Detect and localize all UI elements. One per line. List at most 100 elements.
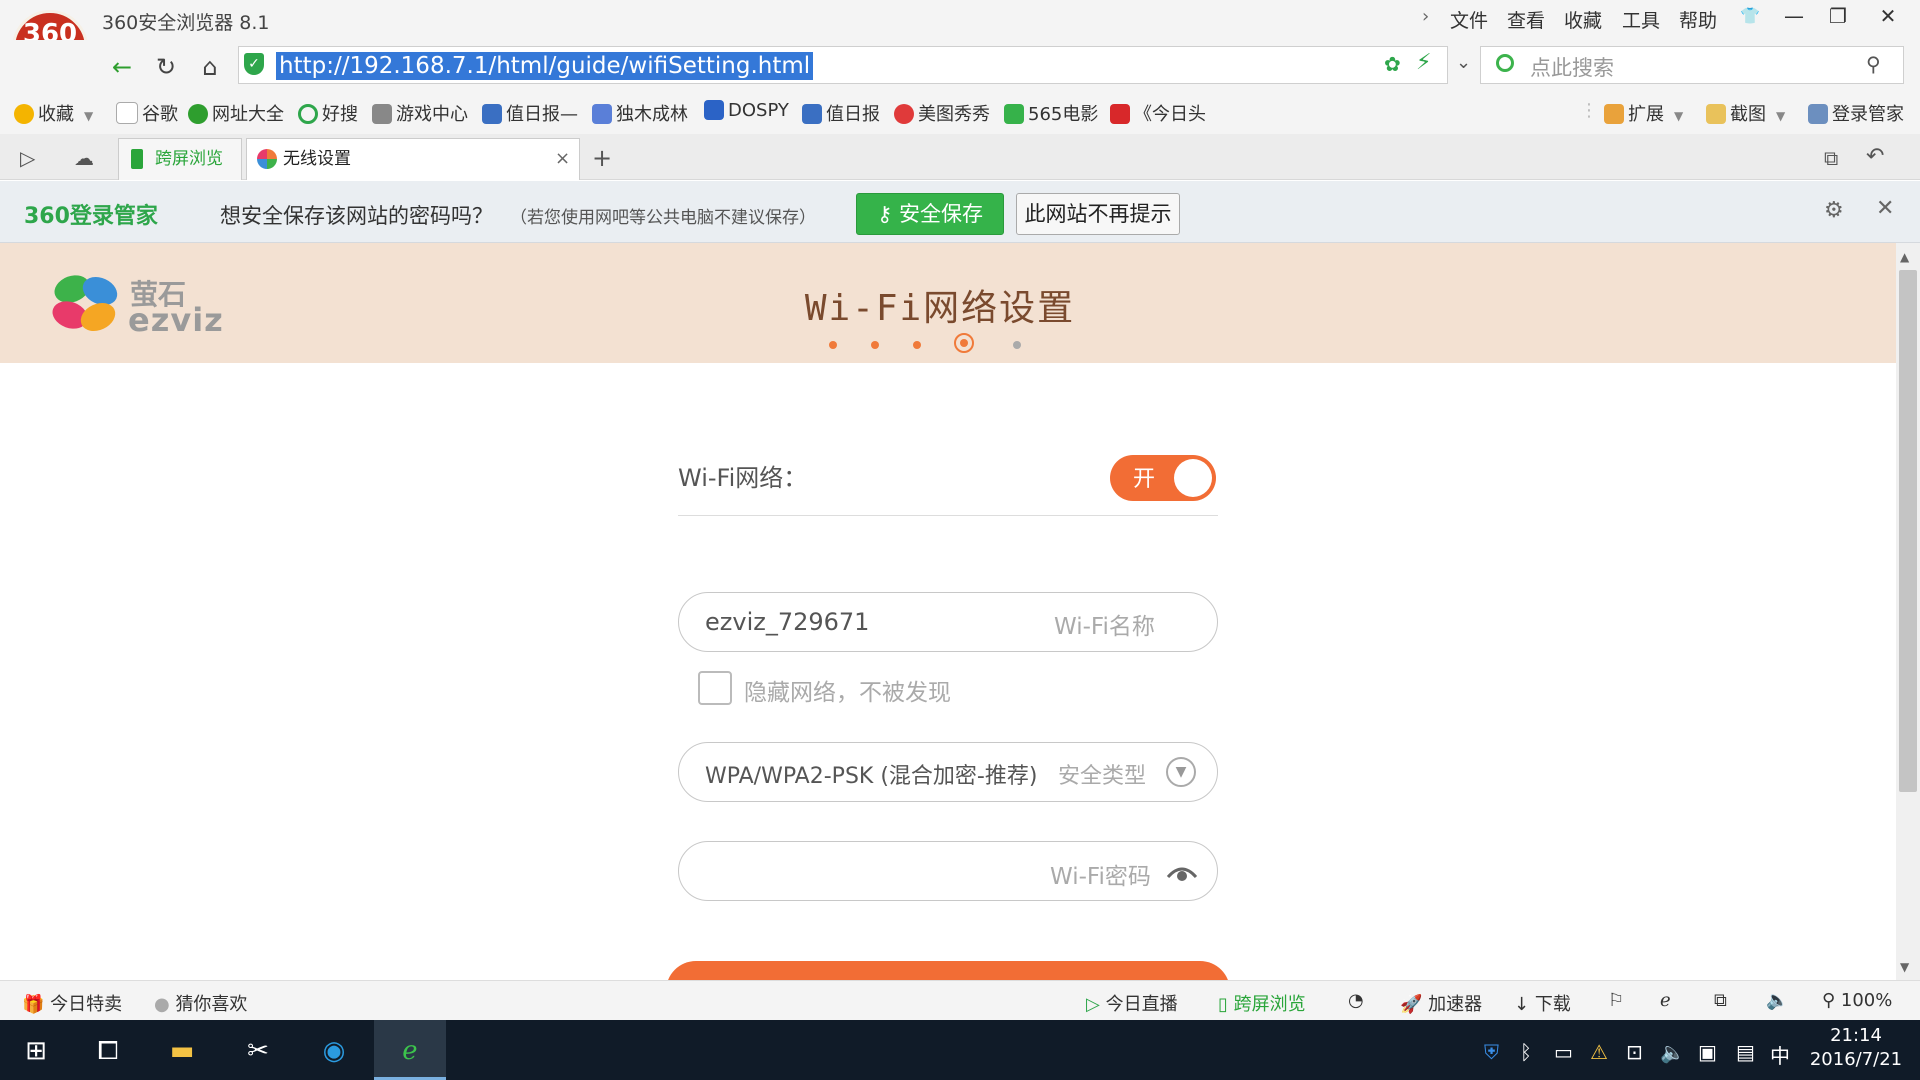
bookmark-label: DOSPY — [728, 100, 789, 121]
ime-indicator[interactable]: 中 — [1770, 1040, 1790, 1069]
bookmark-haosou[interactable]: 好搜 — [298, 100, 358, 126]
extensions-button[interactable]: 扩展▼ — [1604, 100, 1683, 126]
display-icon[interactable]: ▣ — [1698, 1040, 1717, 1064]
never-for-site-button[interactable]: 此网站不再提示 — [1016, 193, 1180, 235]
zoom-control[interactable]: ⚲ 100% — [1822, 990, 1892, 1011]
window-icon[interactable]: ⧉ — [1714, 990, 1727, 1011]
address-dropdown-icon[interactable]: ⌄ — [1456, 52, 1471, 73]
gift-icon: 🎁 — [22, 994, 50, 1015]
maximize-button[interactable]: ❐ — [1816, 0, 1860, 34]
new-tab-icon[interactable]: + — [592, 144, 612, 172]
sidebar-toggle-icon[interactable]: ▷ — [20, 146, 35, 170]
menu-tools[interactable]: 工具 — [1622, 6, 1660, 33]
ie-mode-icon[interactable]: ℯ — [1660, 990, 1671, 1011]
window-title: 360安全浏览器 8.1 — [102, 8, 270, 35]
bookmark-label: 独木成林 — [616, 104, 688, 125]
tab-wifi-settings[interactable]: 无线设置 × — [246, 138, 580, 180]
hide-network-checkbox[interactable] — [698, 671, 732, 705]
volume-icon[interactable]: 🔈 — [1766, 990, 1788, 1011]
network-icon[interactable]: ⊡ — [1626, 1040, 1643, 1064]
home-icon[interactable]: ⌂ — [192, 50, 228, 84]
bookmark-google[interactable]: 谷歌 — [116, 100, 178, 126]
bookmark-dumuchenglin[interactable]: 独木成林 — [592, 100, 688, 126]
back-arrow-icon[interactable]: ← — [104, 50, 140, 84]
dropdown-icon[interactable]: ▼ — [84, 109, 93, 123]
recommend-button[interactable]: ● 猜你喜欢 — [154, 990, 247, 1016]
security-shield-icon[interactable]: ✓ — [244, 53, 264, 75]
login-manager-button[interactable]: 登录管家 — [1808, 100, 1904, 126]
app-pinned-icon[interactable]: ✂ — [230, 1028, 286, 1074]
divider — [678, 515, 1218, 516]
cross-screen-button[interactable]: ▯ 跨屏浏览 — [1218, 990, 1306, 1016]
accelerator-button[interactable]: 🚀 加速器 — [1400, 990, 1482, 1016]
tab-cross-screen[interactable]: 跨屏浏览 — [118, 138, 242, 180]
warning-icon[interactable]: ⚠ — [1590, 1040, 1608, 1064]
bookmark-favorites[interactable]: 收藏▼ — [14, 100, 93, 126]
toggle-label: 开 — [1133, 461, 1155, 493]
battery-icon[interactable]: ▭ — [1554, 1040, 1573, 1064]
qq-browser-icon[interactable]: ◉ — [306, 1028, 362, 1074]
eye-icon[interactable] — [1166, 861, 1198, 883]
menu-chevron-icon[interactable]: › — [1422, 6, 1429, 27]
speaker-icon[interactable]: 🔈 — [1660, 1040, 1685, 1064]
lightning-icon[interactable]: ⚡ — [1416, 50, 1431, 75]
shield-icon[interactable]: ⛨ — [1484, 1040, 1499, 1064]
step-dot-1 — [829, 341, 837, 349]
chevron-down-icon[interactable]: ▼ — [1166, 757, 1196, 787]
flag-icon[interactable]: ⚐ — [1608, 990, 1624, 1011]
message-icon[interactable]: ▤ — [1736, 1040, 1755, 1064]
undo-close-icon[interactable]: ↶ — [1866, 144, 1884, 169]
bookmark-games[interactable]: 游戏中心 — [372, 100, 468, 126]
daily-deals-button[interactable]: 🎁 今日特卖 — [22, 990, 122, 1016]
speed-mode-icon[interactable]: ✿ — [1384, 52, 1401, 76]
refresh-icon[interactable]: ↻ — [148, 50, 184, 84]
menu-file[interactable]: 文件 — [1450, 6, 1488, 33]
ssid-value[interactable]: ezviz_729671 — [705, 608, 869, 636]
scrollbar-thumb[interactable] — [1899, 270, 1917, 792]
close-tab-icon[interactable]: × — [555, 139, 570, 179]
minimize-button[interactable]: — — [1772, 0, 1816, 34]
dropdown-icon[interactable]: ▼ — [1674, 109, 1683, 123]
hide-network-label[interactable]: 隐藏网络，不被发现 — [744, 673, 951, 707]
bookmark-565movie[interactable]: 565电影 — [1004, 100, 1098, 126]
bookmark-toutiao[interactable]: 《今日头 — [1110, 100, 1206, 126]
menu-help[interactable]: 帮助 — [1679, 6, 1717, 33]
360-browser-icon[interactable]: ℯ — [382, 1028, 438, 1074]
system-clock[interactable]: 21:14 2016/7/21 — [1796, 1024, 1916, 1072]
skin-icon[interactable]: 👕 — [1728, 0, 1772, 34]
bookmark-hao360[interactable]: 网址大全 — [188, 100, 284, 126]
bookmark-meitu[interactable]: 美图秀秀 — [894, 100, 990, 126]
scroll-down-icon[interactable]: ▼ — [1900, 960, 1909, 974]
menu-favorites[interactable]: 收藏 — [1564, 6, 1602, 33]
settings-gear-icon[interactable]: ⚙ — [1824, 198, 1844, 223]
scroll-up-icon[interactable]: ▲ — [1900, 250, 1909, 264]
security-type-value[interactable]: WPA/WPA2-PSK (混合加密-推荐) — [705, 758, 1037, 790]
accelerator-label: 加速器 — [1428, 994, 1482, 1015]
safe-save-button[interactable]: ⚷ 安全保存 — [856, 193, 1004, 235]
movie-icon — [1004, 104, 1024, 124]
restore-tabs-icon[interactable]: ⧉ — [1824, 146, 1838, 170]
download-button[interactable]: ↓ 下载 — [1514, 990, 1571, 1016]
menu-view[interactable]: 查看 — [1507, 6, 1545, 33]
speed-dial-icon[interactable]: ◔ — [1348, 990, 1364, 1011]
search-placeholder[interactable]: 点此搜索 — [1530, 52, 1614, 82]
close-button[interactable]: ✕ — [1866, 0, 1910, 34]
url-text[interactable]: http://192.168.7.1/html/guide/wifiSettin… — [276, 52, 813, 80]
bookmark-zhiribao-1[interactable]: 值日报— — [482, 100, 578, 126]
cloud-icon[interactable]: ☁ — [74, 146, 94, 170]
bluetooth-icon[interactable]: ᛒ — [1520, 1040, 1532, 1064]
search-icon[interactable]: ⚲ — [1866, 52, 1881, 76]
haosou-search-icon[interactable] — [1496, 54, 1514, 72]
next-button[interactable] — [666, 961, 1230, 980]
bookmark-zhiribao-2[interactable]: 值日报 — [802, 100, 880, 126]
task-view-icon[interactable]: ⧠ — [80, 1028, 136, 1074]
security-type-placeholder: 安全类型 — [1058, 758, 1146, 790]
live-button[interactable]: ▷ 今日直播 — [1086, 990, 1178, 1016]
bookmark-dospy[interactable]: DOSPY — [704, 100, 789, 121]
close-notification-icon[interactable]: ✕ — [1876, 196, 1894, 221]
toggle-knob[interactable] — [1174, 459, 1212, 497]
windows-start-icon[interactable]: ⊞ — [8, 1028, 64, 1074]
screenshot-button[interactable]: 截图▼ — [1706, 100, 1785, 126]
file-explorer-icon[interactable]: ▬ — [154, 1028, 210, 1074]
dropdown-icon[interactable]: ▼ — [1776, 109, 1785, 123]
